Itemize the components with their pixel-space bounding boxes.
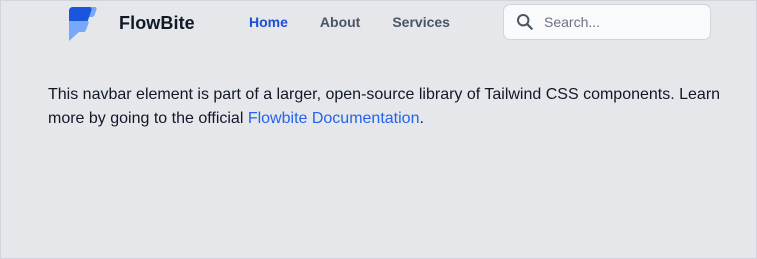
nav-link-services[interactable]: Services <box>392 14 450 30</box>
intro-paragraph: This navbar element is part of a larger,… <box>48 83 728 131</box>
nav-item-home: Home <box>249 14 288 32</box>
search-icon <box>516 13 534 31</box>
page: FlowBite Home About Services This navbar <box>0 0 757 259</box>
navbar: FlowBite Home About Services <box>1 1 757 45</box>
flowbite-logo-icon <box>69 7 97 41</box>
nav-link-home[interactable]: Home <box>249 14 288 30</box>
nav-item-about: About <box>320 14 360 32</box>
documentation-link[interactable]: Flowbite Documentation <box>248 110 420 127</box>
brand-name: FlowBite <box>119 12 195 33</box>
nav-link-about[interactable]: About <box>320 14 360 30</box>
intro-text-end: . <box>419 110 424 127</box>
search-input[interactable] <box>544 14 694 30</box>
nav-links: Home About Services <box>249 1 450 45</box>
search-box[interactable] <box>503 4 711 40</box>
brand-link[interactable]: FlowBite <box>67 5 195 41</box>
nav-item-services: Services <box>392 14 450 32</box>
